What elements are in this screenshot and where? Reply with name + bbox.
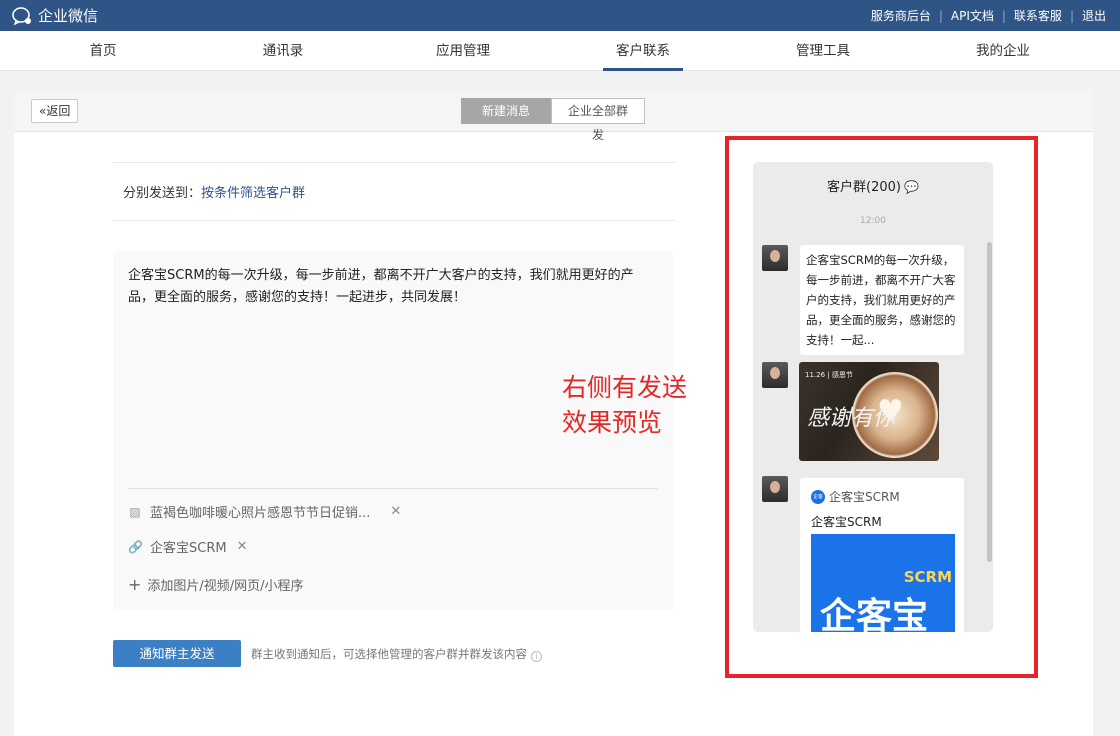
notify-hint: 群主收到通知后，可选择他管理的客户群并群发该内容 i xyxy=(251,646,542,662)
tab-enterprise-broadcast[interactable]: 企业全部群发 xyxy=(551,98,645,142)
nav-home[interactable]: 首页 xyxy=(43,31,163,71)
link-icon: 🔗 xyxy=(128,539,143,554)
avatar xyxy=(762,362,788,388)
contact-support-link[interactable]: 联系客服 xyxy=(1014,7,1062,24)
divider xyxy=(113,220,675,221)
app-name: 企业微信 xyxy=(38,7,99,25)
image-message: ♥ 11.26 | 感恩节 感谢有你 xyxy=(799,362,939,461)
avatar xyxy=(762,476,788,502)
main-panel: «返回 新建消息 企业全部群发 分别发送到：按条件筛选客户群 企客宝SCRM的每… xyxy=(14,91,1093,736)
api-docs-link[interactable]: API文档 xyxy=(951,7,994,24)
add-media-button[interactable]: + 添加图片/视频/网页/小程序 xyxy=(128,575,304,594)
tab-new-message[interactable]: 新建消息 xyxy=(461,98,551,124)
close-icon[interactable]: ✕ xyxy=(390,504,401,519)
image-calligraphy: 感谢有你 xyxy=(807,406,896,431)
group-chat-icon: 💬 xyxy=(904,180,919,194)
service-provider-link[interactable]: 服务商后台 xyxy=(871,7,931,24)
annotation-line: 右侧有发送 xyxy=(562,373,688,402)
divider: | xyxy=(1069,8,1074,23)
link-card-message: 企客宝 企客宝SCRM 企客宝SCRM SCRM 企客宝 xyxy=(800,478,964,632)
divider: | xyxy=(1001,8,1006,23)
annotation-text: 右侧有发送 效果预览 xyxy=(562,370,687,440)
back-button[interactable]: «返回 xyxy=(31,99,79,123)
link-banner-image: SCRM 企客宝 xyxy=(811,534,955,632)
link-title: 企客宝SCRM xyxy=(811,515,882,529)
add-media-label: 添加图片/视频/网页/小程序 xyxy=(147,579,304,594)
attachment-image: ▨ 蓝褐色咖啡暖心照片感恩节节日促销... ✕ xyxy=(128,502,401,521)
avatar xyxy=(762,245,788,271)
divider xyxy=(113,162,675,163)
attachment-link: 🔗 企客宝SCRM ✕ xyxy=(128,537,248,556)
group-name: 客户群(200) xyxy=(827,180,901,195)
preview-title: 客户群(200) 💬 xyxy=(753,176,993,195)
message-text[interactable]: 企客宝SCRM的每一次升级，每一步前进，都离不开广大客户的支持，我们就用更好的产… xyxy=(128,265,658,309)
nav-app-management[interactable]: 应用管理 xyxy=(403,31,523,71)
close-icon[interactable]: ✕ xyxy=(237,539,248,554)
nav-management-tools[interactable]: 管理工具 xyxy=(763,31,883,71)
top-links: 服务商后台 | API文档 | 联系客服 | 退出 xyxy=(871,7,1106,24)
top-bar: 企业微信 服务商后台 | API文档 | 联系客服 | 退出 xyxy=(0,0,1120,31)
attachment-label: 企客宝SCRM xyxy=(150,541,227,556)
text-message-bubble: 企客宝SCRM的每一次升级，每一步前进，都离不开广大客户的支持，我们就用更好的产… xyxy=(800,245,964,355)
banner-small-text: SCRM xyxy=(903,568,952,586)
attachment-label: 蓝褐色咖啡暖心照片感恩节节日促销... xyxy=(150,506,371,521)
banner-big-text: 企客宝 xyxy=(820,596,929,632)
divider: | xyxy=(938,8,943,23)
panel-header: «返回 新建消息 企业全部群发 xyxy=(14,91,1093,142)
info-icon[interactable]: i xyxy=(531,651,542,662)
send-preview: 客户群(200) 💬 12:00 企客宝SCRM的每一次升级，每一步前进，都离不开… xyxy=(753,162,993,632)
divider xyxy=(128,488,658,489)
link-source: 企客宝 企客宝SCRM xyxy=(811,488,900,514)
send-to-label: 分别发送到： xyxy=(123,186,202,201)
nav-customer-contact[interactable]: 客户联系 xyxy=(583,31,703,71)
nav-my-enterprise[interactable]: 我的企业 xyxy=(943,31,1063,71)
send-to-filter-link[interactable]: 按条件筛选客户群 xyxy=(201,186,305,201)
brand-badge-icon: 企客宝 xyxy=(811,489,825,514)
logout-link[interactable]: 退出 xyxy=(1082,7,1106,24)
plus-icon: + xyxy=(128,575,142,594)
notify-hint-text: 群主收到通知后，可选择他管理的客户群并群发该内容 xyxy=(251,647,527,661)
notify-owner-send-button[interactable]: 通知群主发送 xyxy=(113,640,241,667)
image-icon: ▨ xyxy=(129,504,141,519)
link-source-name: 企客宝SCRM xyxy=(829,490,900,504)
back-label: 返回 xyxy=(46,104,71,118)
nav-contacts[interactable]: 通讯录 xyxy=(223,31,343,71)
message-type-tabs: 新建消息 企业全部群发 xyxy=(461,98,645,142)
image-date: 11.26 | 感恩节 xyxy=(805,371,853,379)
app-logo[interactable]: 企业微信 xyxy=(12,5,98,26)
main-nav: 首页 通讯录 应用管理 客户联系 管理工具 我的企业 xyxy=(0,31,1120,71)
annotation-line: 效果预览 xyxy=(562,408,663,437)
wecom-logo-icon xyxy=(12,6,31,25)
scrollbar[interactable] xyxy=(987,242,992,562)
send-to-row: 分别发送到：按条件筛选客户群 xyxy=(123,182,305,201)
preview-time: 12:00 xyxy=(860,216,886,226)
